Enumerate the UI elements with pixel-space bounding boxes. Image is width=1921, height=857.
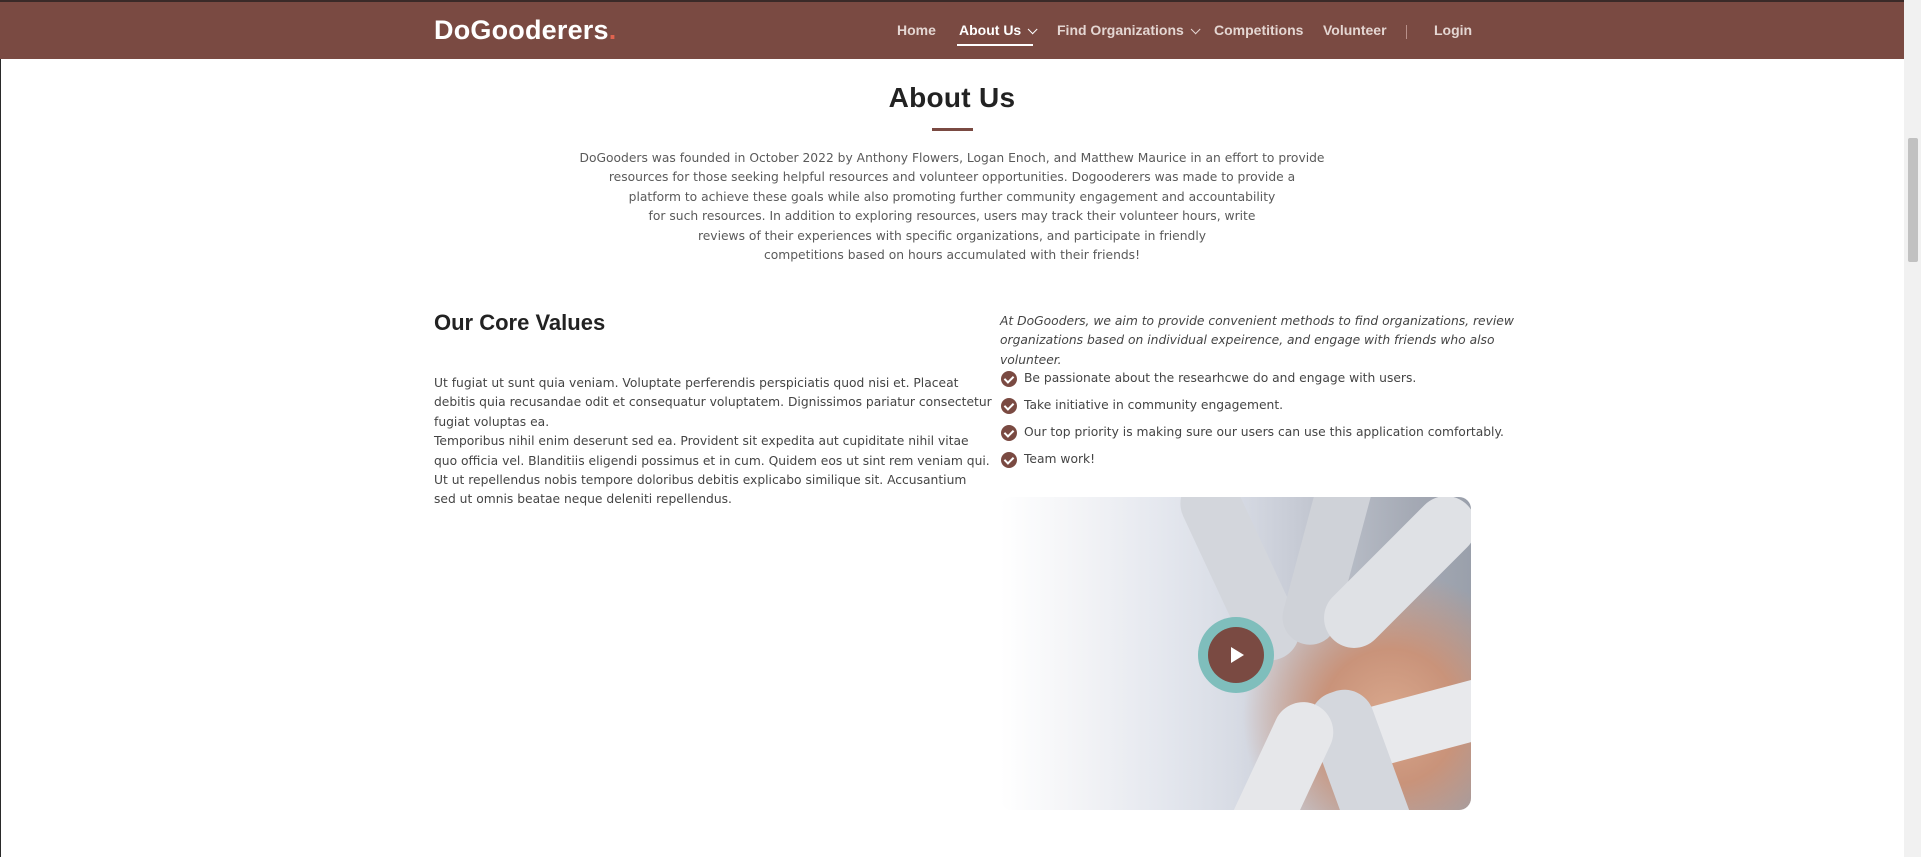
core-line: Ut ut repellendus nobis tempore doloribu… — [434, 473, 967, 488]
check-text: Our top priority is making sure our user… — [1024, 425, 1504, 439]
about-line: for such resources. In addition to explo… — [648, 209, 1256, 224]
check-circle-icon — [1001, 452, 1017, 468]
chevron-down-icon — [1190, 24, 1201, 35]
site-header: DoGooderers. Home About Us Find Organiza… — [0, 0, 1904, 59]
core-values-text: Ut fugiat ut sunt quia veniam. Voluptate… — [434, 374, 992, 510]
about-line: DoGooders was founded in October 2022 by… — [579, 151, 1325, 165]
nav-home[interactable]: Home — [897, 22, 936, 38]
intro-line: At DoGooders, we aim to provide convenie… — [1000, 314, 1514, 328]
page-scrollbar[interactable] — [1904, 0, 1921, 857]
play-button-core — [1208, 627, 1264, 683]
window-edge — [0, 0, 1, 857]
scrollbar-thumb[interactable] — [1908, 138, 1918, 262]
play-icon — [1231, 647, 1244, 663]
nav-login[interactable]: Login — [1434, 22, 1472, 38]
values-intro: At DoGooders, we aim to provide convenie… — [1000, 312, 1514, 370]
about-description: DoGooders was founded in October 2022 by… — [560, 149, 1344, 265]
intro-line: volunteer. — [1000, 352, 1062, 367]
nav-find-organizations-label: Find Organizations — [1057, 22, 1184, 38]
title-divider — [932, 128, 973, 131]
core-line: quo officia vel. Blanditiis eligendi pos… — [434, 453, 990, 468]
nav-about-us[interactable]: About Us — [959, 22, 1038, 38]
chevron-down-icon — [1027, 24, 1038, 35]
about-line: platform to achieve these goals while al… — [628, 189, 1276, 204]
nav-divider — [1406, 25, 1407, 39]
core-line: Ut fugiat ut sunt quia veniam. Voluptate… — [434, 376, 959, 390]
check-circle-icon — [1001, 398, 1017, 414]
core-values-title: Our Core Values — [434, 310, 606, 335]
check-text: Be passionate about the researhcwe do an… — [1024, 371, 1417, 385]
nav-competitions[interactable]: Competitions — [1214, 22, 1303, 38]
intro-line: organizations based on individual expeir… — [1000, 333, 1495, 348]
core-line: sed ut omnis beatae neque deleniti repel… — [434, 492, 732, 507]
about-line: resources for those seeking helpful reso… — [608, 170, 1296, 185]
about-line: competitions based on hours accumulated … — [763, 248, 1140, 263]
about-title: About Us — [888, 82, 1016, 113]
nav-volunteer[interactable]: Volunteer — [1323, 22, 1387, 38]
site-logo[interactable]: DoGooderers. — [434, 15, 616, 46]
about-line: reviews of their experiences with specif… — [697, 228, 1207, 243]
nav-find-organizations[interactable]: Find Organizations — [1057, 22, 1201, 38]
core-line: fugiat voluptas ea. — [434, 414, 550, 429]
team-video-thumbnail[interactable] — [1000, 497, 1471, 810]
check-circle-icon — [1001, 371, 1017, 387]
core-line: debitis quia recusandae odit et consequa… — [434, 395, 992, 410]
check-circle-icon — [1001, 425, 1017, 441]
play-button[interactable] — [1198, 617, 1274, 693]
check-text: Take initiative in community engagement. — [1024, 398, 1284, 412]
active-nav-indicator — [957, 44, 1033, 46]
nav-about-us-label: About Us — [959, 22, 1022, 38]
check-text: Team work! — [1024, 452, 1096, 466]
core-line: Temporibus nihil enim deserunt sed ea. P… — [434, 434, 969, 449]
